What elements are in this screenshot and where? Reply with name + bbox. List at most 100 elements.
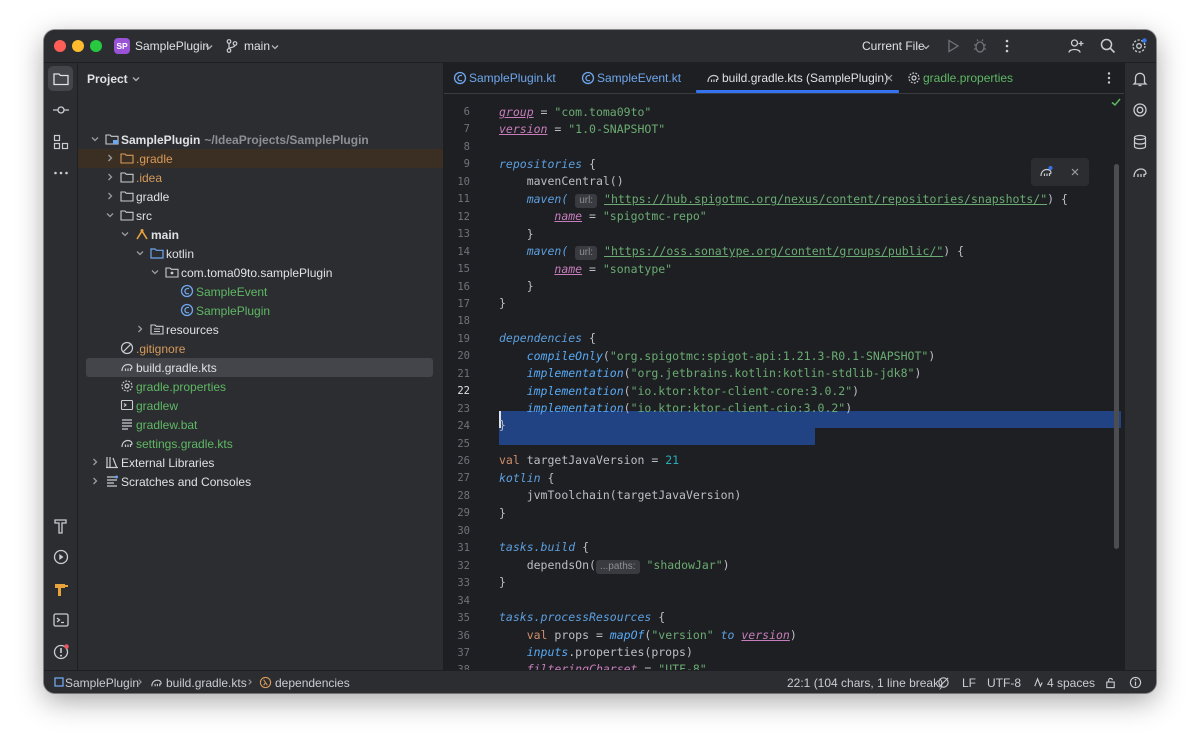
tree-item-main[interactable]: main	[86, 225, 433, 244]
tree-item-idea[interactable]: .idea	[86, 168, 433, 187]
line-ending[interactable]: LF	[962, 676, 976, 690]
indent-setting[interactable]: 4 spaces	[1047, 676, 1095, 690]
close-icon[interactable]	[1070, 167, 1080, 177]
build-hammer-icon[interactable]	[52, 517, 70, 535]
line-number: 33	[457, 577, 470, 590]
tree-item-label: src	[136, 209, 152, 223]
code-editor[interactable]: 6 7 8 9 10 11 12 13 14 15 16 17 18 19 20 21 22 23 24 25 26 27…	[444, 94, 1124, 670]
search-icon[interactable]	[1099, 37, 1117, 55]
close-window-button[interactable]	[54, 40, 66, 52]
tree-item-label: main	[151, 228, 180, 242]
line-number: 13	[457, 228, 470, 241]
debug-icon[interactable]	[971, 37, 989, 55]
tree-item-build-gradle-kts[interactable]: build.gradle.kts	[86, 358, 433, 377]
structure-icon[interactable]	[52, 133, 70, 151]
breadcrumb-project[interactable]: SamplePlugin	[65, 676, 139, 690]
chevron-down-icon[interactable]	[150, 267, 160, 277]
tree-item-gitignore[interactable]: .gitignore	[86, 339, 433, 358]
gradle-icon[interactable]	[52, 580, 70, 598]
terminal-icon[interactable]	[52, 611, 70, 629]
module-icon	[54, 677, 64, 687]
inlay-hint: url:	[575, 194, 598, 208]
info-icon[interactable]	[1129, 676, 1142, 689]
chevron-right-icon[interactable]	[105, 191, 115, 201]
tree-item-src[interactable]: src	[86, 206, 433, 225]
tree-item-label: .gitignore	[136, 342, 186, 356]
chevron-down-icon	[205, 45, 213, 50]
indent-icon	[1034, 677, 1043, 688]
chevron-down-icon[interactable]	[135, 248, 145, 258]
line-number: 9	[463, 158, 470, 171]
tree-item-gradlew[interactable]: gradlew	[86, 396, 433, 415]
gradle-elephant-icon[interactable]	[1131, 164, 1149, 182]
tree-item-sampleplugin[interactable]: SamplePlugin ~/IdeaProjects/SamplePlugin	[86, 130, 433, 149]
ide-window: SP SamplePlugin main Current File Projec…	[44, 30, 1156, 693]
project-selector[interactable]: SamplePlugin	[135, 39, 209, 53]
database-icon[interactable]	[1131, 133, 1149, 151]
tree-item-gradle-dir[interactable]: .gradle	[78, 149, 443, 168]
file-encoding[interactable]: UTF-8	[987, 676, 1021, 690]
run-config-selector[interactable]: Current File	[862, 39, 925, 53]
tree-item-sampleevent[interactable]: SampleEvent	[86, 282, 433, 301]
tab-label: build.gradle.kts (SamplePlugin)	[722, 71, 889, 85]
services-icon[interactable]	[52, 548, 70, 566]
tree-item-resources[interactable]: resources	[86, 320, 433, 339]
no-problems-check-icon[interactable]	[1110, 96, 1122, 108]
more-tabs-icon[interactable]	[1101, 70, 1117, 86]
tree-item-external-libraries[interactable]: External Libraries	[86, 453, 433, 472]
vertical-scrollbar[interactable]	[1114, 164, 1119, 549]
tree-item-scratches[interactable]: Scratches and Consoles	[86, 472, 433, 491]
zoom-window-button[interactable]	[90, 40, 102, 52]
notifications-bell-icon[interactable]	[1131, 70, 1149, 88]
chevron-right-icon[interactable]	[90, 457, 100, 467]
line-number: 34	[457, 594, 470, 607]
panel-title[interactable]: Project	[87, 72, 141, 86]
chevron-right-icon[interactable]	[105, 153, 115, 163]
more-tools-icon[interactable]	[52, 164, 70, 182]
tree-item-gradlew-bat[interactable]: gradlew.bat	[86, 415, 433, 434]
chevron-down-icon[interactable]	[90, 134, 100, 144]
tree-item-package[interactable]: com.toma09to.samplePlugin	[86, 263, 433, 282]
chevron-down-icon[interactable]	[120, 229, 130, 239]
tree-item-label: com.toma09to.samplePlugin	[181, 266, 333, 280]
tree-item-sampleplugin-class[interactable]: SamplePlugin	[86, 301, 433, 320]
chevron-right-icon[interactable]	[90, 476, 100, 486]
tab-label: gradle.properties	[923, 71, 1014, 85]
ai-assistant-icon[interactable]	[1131, 101, 1149, 119]
more-icon[interactable]	[998, 37, 1016, 55]
chevron-right-icon[interactable]	[135, 324, 145, 334]
caret-position[interactable]: 22:1 (104 chars, 1 line break)	[787, 676, 943, 690]
code-line: group = "com.toma09to"	[499, 105, 652, 119]
add-user-icon[interactable]	[1067, 37, 1085, 55]
active-tab-indicator	[696, 90, 899, 93]
package-icon	[165, 267, 179, 278]
project-badge[interactable]: SP	[114, 38, 130, 54]
commit-icon[interactable]	[52, 101, 70, 119]
kotlin-class-icon	[180, 303, 194, 317]
line-number: 17	[457, 297, 470, 310]
gradle-reload-icon[interactable]	[1039, 165, 1053, 179]
kotlin-class-icon	[180, 284, 194, 298]
lock-icon[interactable]	[1104, 676, 1117, 689]
tree-item-gradle[interactable]: gradle	[86, 187, 433, 206]
breadcrumb-block[interactable]: dependencies	[275, 676, 350, 690]
chevron-right-icon[interactable]	[105, 172, 115, 182]
code-line: }	[499, 296, 506, 310]
close-tab-icon[interactable]	[884, 73, 894, 83]
folder-icon	[120, 172, 134, 183]
tree-item-gradle-properties[interactable]: gradle.properties	[86, 377, 433, 396]
project-folder-icon[interactable]	[52, 70, 70, 88]
settings-icon[interactable]	[1130, 37, 1148, 55]
chevron-down-icon[interactable]	[105, 210, 115, 220]
minimize-window-button[interactable]	[72, 40, 84, 52]
chevron-right-icon	[138, 679, 142, 685]
line-number: 23	[457, 402, 470, 415]
ai-disabled-icon[interactable]	[937, 676, 950, 689]
problems-icon[interactable]	[52, 643, 70, 661]
kotlin-file-icon	[453, 71, 467, 85]
breadcrumb-file[interactable]: build.gradle.kts	[166, 676, 247, 690]
branch-selector[interactable]: main	[244, 39, 270, 53]
tree-item-settings-gradle-kts[interactable]: settings.gradle.kts	[86, 434, 433, 453]
run-icon[interactable]	[944, 37, 962, 55]
tree-item-kotlin[interactable]: kotlin	[86, 244, 433, 263]
